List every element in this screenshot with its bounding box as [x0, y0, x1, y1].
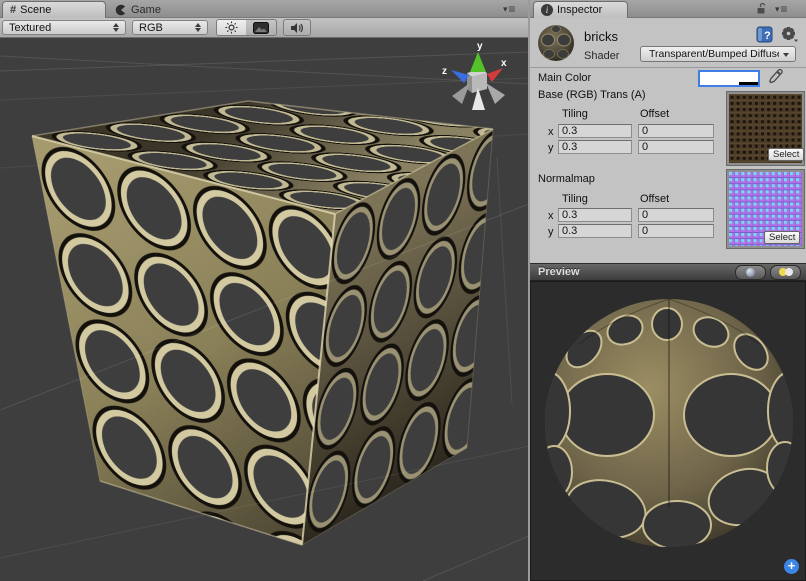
gizmo-y-label: y — [477, 41, 483, 52]
tab-game-label: Game — [131, 4, 161, 16]
lock-icon[interactable] — [755, 3, 767, 15]
base-offset-y-input[interactable] — [638, 140, 714, 154]
svg-text:?: ? — [764, 30, 771, 42]
normalmap-tiling-x-input[interactable] — [558, 208, 632, 222]
textured-cube — [32, 101, 493, 545]
scene-3d-render: y x z — [0, 38, 529, 581]
dropdown-arrow-icon: ▾ — [775, 4, 780, 15]
menu-bars-icon: ≡ — [781, 5, 788, 14]
gizmo-x-label: x — [501, 58, 507, 69]
base-select-button[interactable]: Select — [768, 148, 804, 161]
preview-header: Preview — [530, 263, 806, 281]
base-x-label: x — [548, 126, 554, 138]
light-white-icon — [785, 268, 793, 276]
color-channels-dropdown[interactable]: RGB — [132, 20, 208, 35]
scene-tabbar: # Scene Game ▾≡ — [0, 0, 529, 18]
speaker-icon — [290, 22, 304, 34]
preview-shape-button[interactable] — [735, 265, 766, 280]
grid-icon: # — [10, 4, 16, 16]
add-button[interactable]: + — [784, 559, 799, 574]
tab-inspector-label: Inspector — [557, 4, 602, 16]
tab-game[interactable]: Game — [108, 1, 204, 18]
tab-scene[interactable]: # Scene — [2, 1, 106, 18]
menu-bars-icon: ≡ — [509, 5, 516, 14]
gizmo-z-label: z — [442, 66, 447, 77]
main-color-label: Main Color — [538, 72, 591, 84]
normalmap-tiling-header: Tiling — [562, 193, 588, 205]
chevron-down-icon — [783, 53, 789, 57]
normalmap-tiling-y-input[interactable] — [558, 224, 632, 238]
base-y-label: y — [548, 142, 554, 154]
normalmap-x-label: x — [548, 210, 554, 222]
main-color-swatch[interactable] — [698, 70, 760, 87]
base-offset-header: Offset — [640, 108, 669, 120]
eyedropper-icon[interactable] — [767, 68, 783, 86]
color-channels-value: RGB — [139, 22, 163, 34]
audio-toggle-button[interactable] — [283, 19, 311, 36]
info-icon: i — [541, 4, 553, 16]
normalmap-label: Normalmap — [538, 173, 595, 185]
scene-orientation-gizmo[interactable]: y x z — [442, 41, 507, 110]
alpha-bar — [739, 82, 758, 85]
shader-dropdown[interactable]: Transparent/Bumped Diffuse — [640, 46, 796, 62]
preview-lighting-button[interactable] — [770, 265, 801, 280]
normalmap-offset-x-input[interactable] — [638, 208, 714, 222]
tab-inspector[interactable]: i Inspector — [533, 1, 628, 18]
inspector-pane-menu[interactable]: ▾≡ — [775, 4, 788, 15]
dropdown-arrow-icon: ▾ — [503, 4, 508, 15]
image-icon — [253, 22, 269, 34]
lighting-toggle-button[interactable] — [216, 19, 247, 36]
base-tiling-x-input[interactable] — [558, 124, 632, 138]
base-select-label: Select — [773, 149, 799, 160]
header-separator — [530, 67, 806, 68]
scene-toolbar: Textured RGB — [0, 18, 529, 38]
draw-mode-value: Textured — [9, 22, 51, 34]
shader-label: Shader — [584, 50, 619, 62]
base-offset-x-input[interactable] — [638, 124, 714, 138]
updown-arrows-icon — [195, 23, 201, 32]
material-ball-icon — [537, 24, 575, 62]
material-name: bricks — [584, 29, 618, 44]
preview-title: Preview — [538, 266, 580, 278]
normalmap-offset-header: Offset — [640, 193, 669, 205]
tab-scene-label: Scene — [20, 4, 51, 16]
updown-arrows-icon — [113, 23, 119, 32]
base-texture-label: Base (RGB) Trans (A) — [538, 89, 646, 101]
preview-sphere-render — [531, 282, 805, 580]
base-tiling-header: Tiling — [562, 108, 588, 120]
help-icon[interactable]: ? — [756, 26, 773, 43]
gizmo-axis-y[interactable] — [470, 52, 486, 72]
scene-pane-menu[interactable]: ▾≡ — [503, 4, 516, 15]
gizmo-axis-neg[interactable] — [452, 83, 470, 104]
shader-value: Transparent/Bumped Diffuse — [649, 48, 779, 60]
draw-mode-dropdown[interactable]: Textured — [2, 20, 126, 35]
sun-icon — [225, 21, 238, 34]
normalmap-y-label: y — [548, 226, 554, 238]
gear-icon[interactable] — [780, 26, 798, 43]
normalmap-select-button[interactable]: Select — [764, 231, 800, 244]
normalmap-offset-y-input[interactable] — [638, 224, 714, 238]
preview-viewport[interactable]: + — [530, 281, 806, 581]
gizmo-axis-neg[interactable] — [486, 83, 505, 104]
normalmap-select-label: Select — [769, 232, 795, 243]
base-tiling-y-input[interactable] — [558, 140, 632, 154]
render-effects-button[interactable] — [246, 19, 277, 36]
inspector-tabbar: i Inspector ▾≡ — [530, 0, 806, 18]
sphere-icon — [746, 268, 755, 277]
game-icon — [115, 4, 127, 16]
scene-viewport[interactable]: y x z — [0, 38, 529, 581]
unity-editor-window: # Scene Game ▾≡ Textured RGB — [0, 0, 806, 581]
